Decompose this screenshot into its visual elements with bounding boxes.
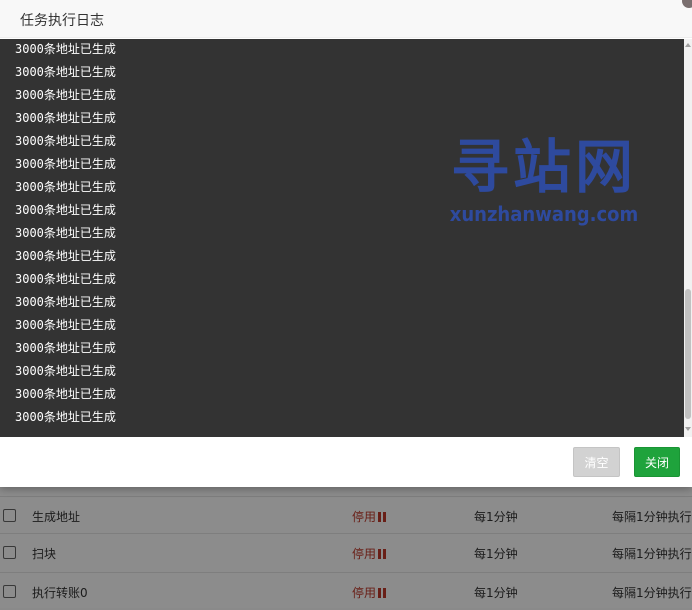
scroll-thumb[interactable] <box>685 289 691 419</box>
log-line: 3000条地址已生成 <box>15 157 116 171</box>
log-line: 3000条地址已生成 <box>15 111 116 125</box>
log-line: 3000条地址已生成 <box>15 180 116 194</box>
scroll-down-icon[interactable] <box>685 427 691 431</box>
log-line: 3000条地址已生成 <box>15 341 116 355</box>
log-line: 3000条地址已生成 <box>15 65 116 79</box>
log-line: 3000条地址已生成 <box>15 226 116 240</box>
close-button[interactable]: 关闭 <box>634 447 680 477</box>
log-line: 3000条地址已生成 <box>15 203 116 217</box>
log-line: 3000条地址已生成 <box>15 318 116 332</box>
log-line: 3000条地址已生成 <box>15 88 116 102</box>
log-line: 3000条地址已生成 <box>15 42 116 56</box>
log-line: 3000条地址已生成 <box>15 272 116 286</box>
log-scrollbar[interactable] <box>684 39 692 437</box>
task-log-modal: 任务执行日志 3000条地址已生成 3000条地址已生成 3000条地址已生成 300… <box>0 0 692 487</box>
log-line: 3000条地址已生成 <box>15 134 116 148</box>
log-line: 3000条地址已生成 <box>15 295 116 309</box>
log-line: 3000条地址已生成 <box>15 249 116 263</box>
log-line: 3000条地址已生成 <box>15 364 116 378</box>
clear-button[interactable]: 清空 <box>573 447 620 477</box>
log-line: 3000条地址已生成 <box>15 410 116 424</box>
modal-header: 任务执行日志 <box>0 0 692 38</box>
log-output: 3000条地址已生成 3000条地址已生成 3000条地址已生成 3000条地址已生成… <box>0 39 684 437</box>
scroll-up-icon[interactable] <box>685 43 691 47</box>
modal-title: 任务执行日志 <box>20 13 104 29</box>
log-line: 3000条地址已生成 <box>15 387 116 401</box>
